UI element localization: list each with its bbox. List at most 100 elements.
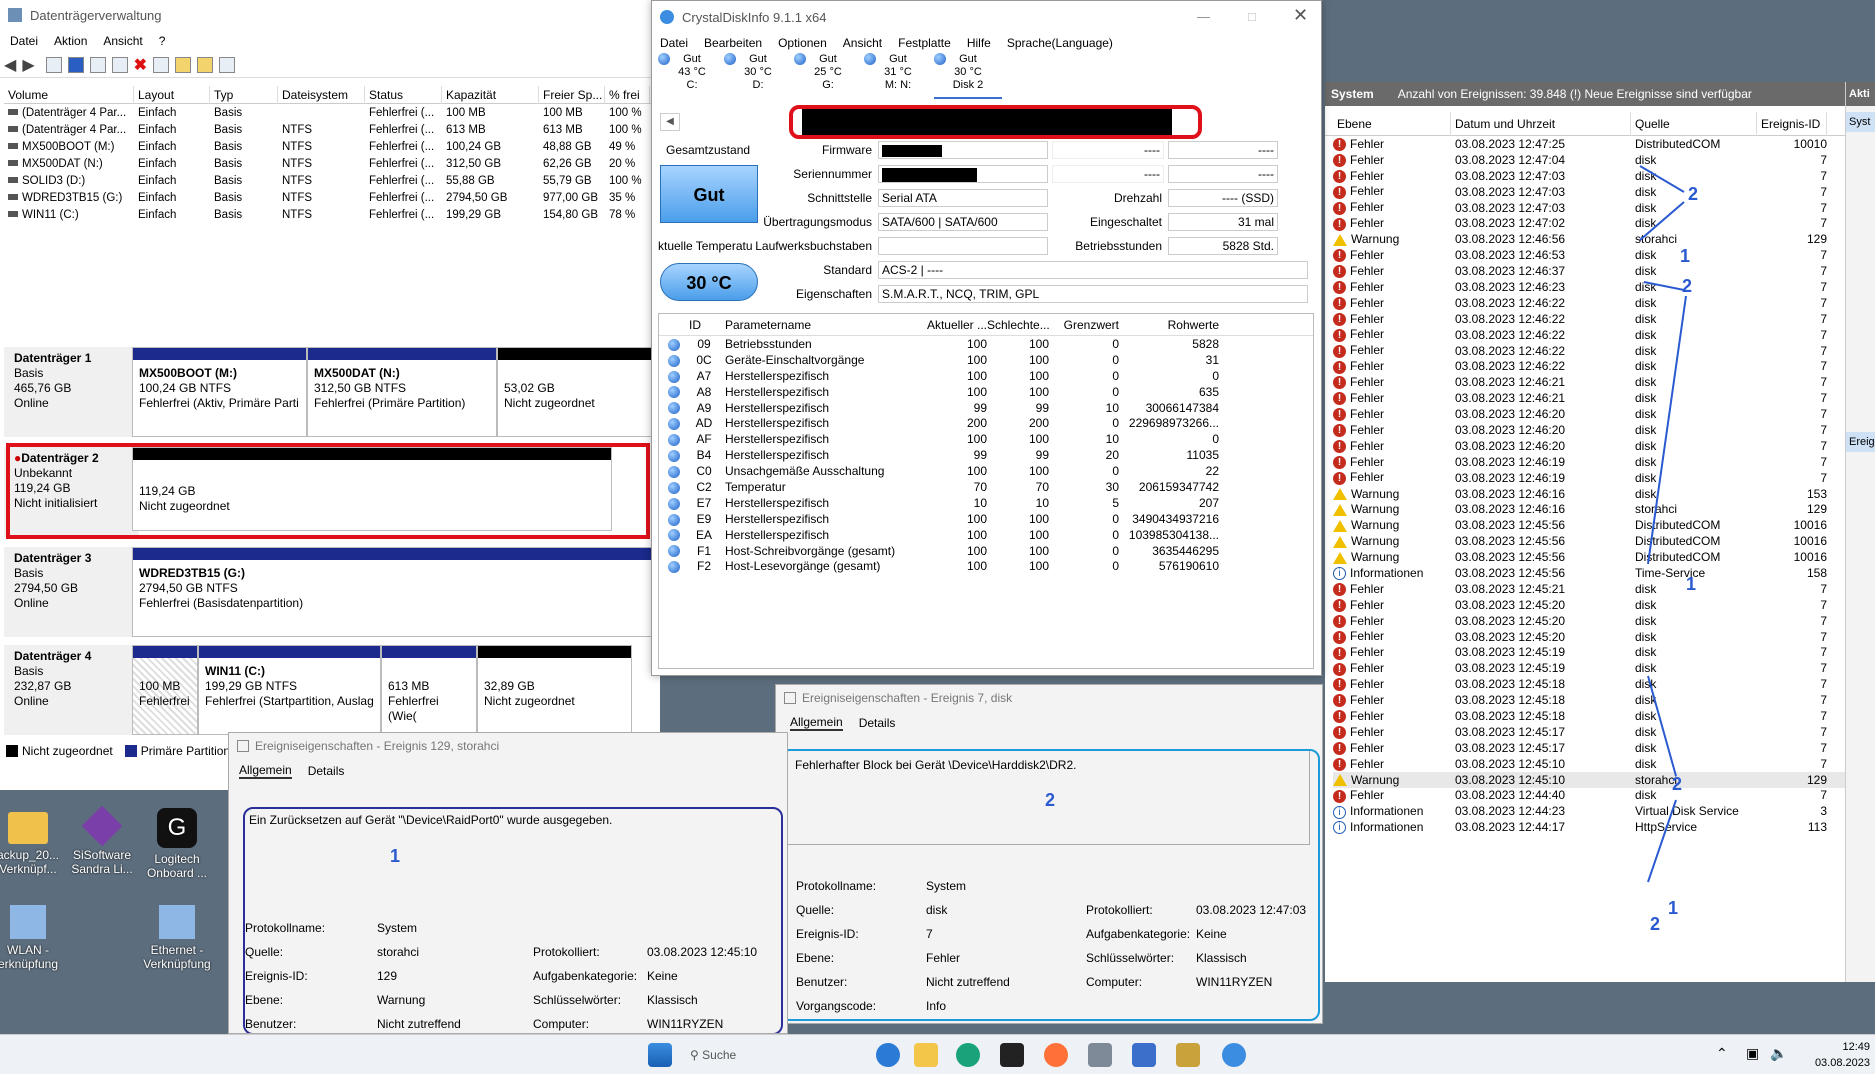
col-typ[interactable]: Typ [210, 85, 278, 104]
forward-arrow-icon[interactable]: ▶ [22, 55, 34, 75]
health-status-button[interactable]: Gut [660, 165, 758, 223]
event-row[interactable]: ! Fehler 03.08.2023 12:45:18 disk 7 [1333, 708, 1845, 724]
chevron-up-icon[interactable]: ⌃ [1716, 1045, 1728, 1062]
cdi-menu-sprache[interactable]: Sprache(Language) [999, 36, 1121, 50]
prev-disk-button[interactable]: ◀ [660, 113, 680, 131]
delete-icon[interactable]: ✖ [134, 55, 147, 75]
event-row[interactable]: ! Fehler 03.08.2023 12:46:22 disk 7 [1333, 295, 1845, 311]
smart-col-raw[interactable]: Rohwerte [1119, 318, 1219, 332]
event-row[interactable]: ! Fehler 03.08.2023 12:45:10 disk 7 [1333, 756, 1845, 772]
col-ereignis-id[interactable]: Ereignis-ID [1757, 111, 1827, 136]
event-row[interactable]: ! Fehler 03.08.2023 12:45:17 disk 7 [1333, 740, 1845, 756]
event-row[interactable]: ! Fehler 03.08.2023 12:46:37 disk 7 [1333, 263, 1845, 279]
col-datum[interactable]: Datum und Uhrzeit [1451, 111, 1631, 136]
disk-tool-icon[interactable] [1132, 1043, 1156, 1067]
drive-tab[interactable]: Gut 31 °C M: N: [864, 53, 932, 99]
partition-block[interactable]: MX500BOOT (M:) 100,24 GB NTFS Fehlerfrei… [132, 347, 307, 437]
menu-datei[interactable]: Datei [2, 34, 46, 48]
smart-col-current[interactable]: Aktueller ... [919, 318, 987, 332]
volume-row[interactable]: SOLID3 (D:) Einfach Basis NTFS Fehlerfrei (.… [4, 172, 654, 189]
desktop-icon-backup[interactable]: ackup_20... Verknüpf... [0, 812, 68, 876]
smart-row[interactable]: B4 Herstellerspezifisch 99 99 20 11035 [659, 447, 1313, 463]
console-icon[interactable] [45, 56, 62, 73]
event-row[interactable]: ! Fehler 03.08.2023 12:45:20 disk 7 [1333, 629, 1845, 645]
event-row[interactable]: ! Fehler 03.08.2023 12:47:02 disk 7 [1333, 215, 1845, 231]
partition-block[interactable]: WDRED3TB15 (G:) 2794,50 GB NTFS Fehlerfr… [132, 547, 652, 637]
disk-label[interactable]: Datenträger 1 Basis 465,76 GB Online [4, 347, 139, 437]
col-volume[interactable]: Volume [4, 85, 134, 104]
volume-icon[interactable]: 🔈 [1770, 1045, 1787, 1062]
actions-system[interactable]: Syst [1846, 112, 1875, 132]
volume-row[interactable]: (Datenträger 4 Par... Einfach Basis NTFS Feh… [4, 121, 654, 138]
network-tool-icon[interactable] [1088, 1043, 1112, 1067]
event-row[interactable]: Warnung 03.08.2023 12:45:56 DistributedCOM… [1333, 517, 1845, 533]
smart-row[interactable]: E7 Herstellerspezifisch 10 10 5 207 [659, 495, 1313, 511]
event-row[interactable]: ! Fehler 03.08.2023 12:47:03 disk 7 [1333, 168, 1845, 184]
desktop-icon-wlan[interactable]: WLAN - erknüpfung [0, 905, 68, 971]
event-row[interactable]: Warnung 03.08.2023 12:46:16 storahci 129 [1333, 501, 1845, 517]
event-row[interactable]: Warnung 03.08.2023 12:46:56 storahci 129 [1333, 231, 1845, 247]
clock[interactable]: 12:49 03.08.2023 [1800, 1039, 1870, 1071]
smart-row[interactable]: AD Herstellerspezifisch 200 200 0 22969897326… [659, 415, 1313, 431]
close-button[interactable]: ✕ [1293, 5, 1308, 26]
col-layout[interactable]: Layout [134, 85, 210, 104]
event-row[interactable]: ! Fehler 03.08.2023 12:46:20 disk 7 [1333, 422, 1845, 438]
cdi-menu-datei[interactable]: Datei [652, 36, 696, 50]
tab-allgemein[interactable]: Allgemein [790, 715, 843, 731]
event-row[interactable]: ! Fehler 03.08.2023 12:45:18 disk 7 [1333, 676, 1845, 692]
drive-tab[interactable]: Gut 30 °C Disk 2 [934, 53, 1002, 99]
event-row[interactable]: ! Fehler 03.08.2023 12:45:19 disk 7 [1333, 660, 1845, 676]
event-row[interactable]: ! Fehler 03.08.2023 12:46:19 disk 7 [1333, 454, 1845, 470]
event-row[interactable]: ! Fehler 03.08.2023 12:47:03 disk 7 [1333, 200, 1845, 216]
menu-aktion[interactable]: Aktion [46, 34, 95, 48]
smart-col-name[interactable]: Parametername [719, 318, 919, 332]
event-row[interactable]: ! Fehler 03.08.2023 12:46:20 disk 7 [1333, 406, 1845, 422]
event-row[interactable]: ! Fehler 03.08.2023 12:46:22 disk 7 [1333, 327, 1845, 343]
col-dateisystem[interactable]: Dateisystem [278, 85, 365, 104]
event-row[interactable]: ! Fehler 03.08.2023 12:47:03 disk 7 [1333, 184, 1845, 200]
event-row[interactable]: ! Fehler 03.08.2023 12:45:19 disk 7 [1333, 645, 1845, 661]
partition-block[interactable]: 613 MB Fehlerfrei (Wie( [381, 645, 477, 735]
volume-row[interactable]: MX500DAT (N:) Einfach Basis NTFS Fehlerfrei … [4, 155, 654, 172]
drive-tab[interactable]: Gut 30 °C D: [724, 53, 792, 99]
app-icon[interactable] [1176, 1043, 1200, 1067]
col-ebene[interactable]: Ebene [1333, 111, 1451, 136]
event-row[interactable]: ! Fehler 03.08.2023 12:46:22 disk 7 [1333, 343, 1845, 359]
smart-row[interactable]: C2 Temperatur 70 70 30 206159347742 [659, 479, 1313, 495]
maximize-button[interactable]: □ [1248, 9, 1256, 24]
event-row[interactable]: ! Fehler 03.08.2023 12:46:19 disk 7 [1333, 470, 1845, 486]
folder-up-icon[interactable] [175, 56, 192, 73]
drive-tab[interactable]: Gut 25 °C G: [794, 53, 862, 99]
temperature-value[interactable]: 30 °C [660, 263, 758, 301]
smart-row[interactable]: F1 Host-Schreibvorgänge (gesamt) 100 100 0 36… [659, 543, 1313, 559]
volume-row[interactable]: WIN11 (C:) Einfach Basis NTFS Fehlerfrei (..… [4, 206, 654, 223]
volume-row[interactable]: (Datenträger 4 Par... Einfach Basis Fehlerf… [4, 104, 654, 121]
event-row[interactable]: i Informationen 03.08.2023 12:44:17 HttpSer… [1333, 819, 1845, 835]
smart-col-id[interactable]: ID [689, 318, 719, 332]
event-row[interactable]: ! Fehler 03.08.2023 12:44:40 disk 7 [1333, 788, 1845, 804]
event-row[interactable]: Warnung 03.08.2023 12:46:16 disk 153 [1333, 486, 1845, 502]
taskbar-app-icon[interactable] [876, 1043, 900, 1067]
volume-row[interactable]: WDRED3TB15 (G:) Einfach Basis NTFS Fehlerfre… [4, 189, 654, 206]
smart-row[interactable]: AF Herstellerspezifisch 100 100 10 0 [659, 431, 1313, 447]
event-row[interactable]: ! Fehler 03.08.2023 12:46:20 disk 7 [1333, 438, 1845, 454]
smart-row[interactable]: E9 Herstellerspezifisch 100 100 0 34904349372… [659, 511, 1313, 527]
col-quelle[interactable]: Quelle [1631, 111, 1757, 136]
partition-block[interactable]: 100 MB Fehlerfrei [132, 645, 198, 735]
actions-event[interactable]: Ereig [1846, 432, 1875, 452]
start-button[interactable] [648, 1043, 672, 1067]
event-row[interactable]: Warnung 03.08.2023 12:45:10 storahci 129 [1333, 771, 1845, 788]
file-explorer-icon[interactable] [914, 1043, 938, 1067]
view-icon[interactable] [219, 56, 236, 73]
col-kapazitaet[interactable]: Kapazität [442, 85, 539, 104]
menu-ansicht[interactable]: Ansicht [95, 34, 150, 48]
smart-row[interactable]: EA Herstellerspezifisch 100 100 0 10398530413… [659, 527, 1313, 543]
crystaldiskinfo-taskbar-icon[interactable] [1222, 1043, 1246, 1067]
event-row[interactable]: i Informationen 03.08.2023 12:45:56 Time-Se… [1333, 565, 1845, 581]
smart-row[interactable]: A8 Herstellerspezifisch 100 100 0 635 [659, 384, 1313, 400]
smart-row[interactable]: C0 Unsachgemäße Ausschaltung 100 100 0 22 [659, 463, 1313, 479]
minimize-button[interactable]: — [1197, 9, 1210, 24]
event-row[interactable]: Warnung 03.08.2023 12:45:56 DistributedCOM… [1333, 549, 1845, 565]
smart-col-worst[interactable]: Schlechte... [987, 318, 1049, 332]
tab-allgemein[interactable]: Allgemein [239, 763, 292, 779]
